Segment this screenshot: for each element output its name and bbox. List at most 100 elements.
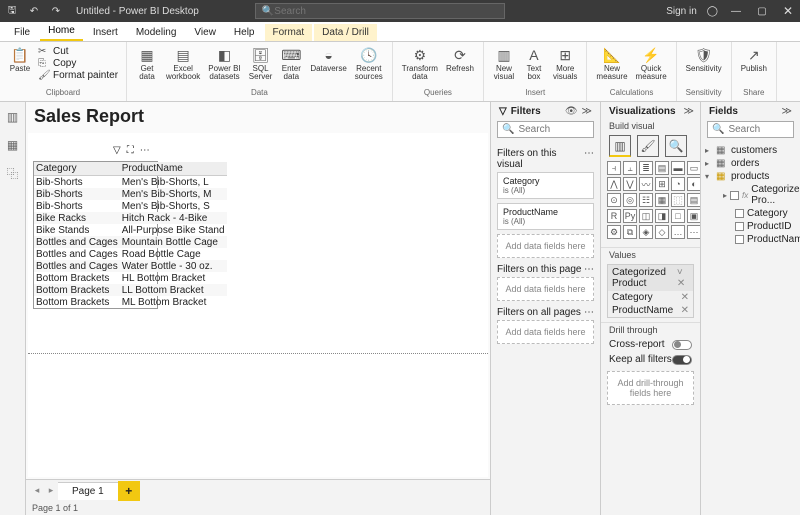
visual-type-button[interactable]: ⫞ xyxy=(607,161,621,175)
format-painter-button[interactable]: 🖌Format painter xyxy=(38,70,118,81)
sensitivity-button[interactable]: 🛡Sensitivity xyxy=(683,44,725,75)
field-checkbox[interactable] xyxy=(735,222,744,231)
fields-search[interactable]: 🔍 xyxy=(707,121,794,138)
analytics-mode-button[interactable]: 🔍 xyxy=(665,135,687,157)
excel-button[interactable]: ▤Excel workbook xyxy=(163,44,203,83)
model-view-button[interactable]: ⿻ xyxy=(4,164,22,182)
refresh-button[interactable]: ⟳Refresh xyxy=(443,44,477,75)
paste-button[interactable]: 📋Paste xyxy=(6,44,34,75)
field-productname[interactable]: ProductName xyxy=(705,233,796,246)
copy-button[interactable]: ⎘Copy xyxy=(38,58,118,69)
visual-type-button[interactable]: ◇ xyxy=(655,225,669,239)
pbi-datasets-button[interactable]: ◧Power BI datasets xyxy=(205,44,243,83)
report-canvas[interactable]: ▽ ⛶ ⋯ Category ProductName Bib-ShortsMen… xyxy=(28,133,488,477)
filter-drop-all[interactable]: Add data fields here xyxy=(497,320,594,344)
tab-help[interactable]: Help xyxy=(226,24,263,41)
sign-in-link[interactable]: Sign in xyxy=(666,6,697,17)
visual-type-button[interactable]: 〰 xyxy=(639,177,653,191)
table-row[interactable]: Bib-ShortsMen's Bib-Shorts, S xyxy=(34,200,227,212)
tab-file[interactable]: File xyxy=(6,24,38,41)
visual-type-button[interactable]: ◐ xyxy=(687,177,701,191)
keep-filters-toggle[interactable] xyxy=(672,355,692,365)
more-icon[interactable]: ⋯ xyxy=(584,307,594,318)
table-row[interactable]: Bib-ShortsMen's Bib-Shorts, L xyxy=(34,176,227,189)
sql-server-button[interactable]: 🗄SQL Server xyxy=(246,44,276,83)
table-row[interactable]: Bib-ShortsMen's Bib-Shorts, M xyxy=(34,188,227,200)
filters-search-input[interactable] xyxy=(518,124,589,135)
visual-type-button[interactable]: ▬ xyxy=(671,161,685,175)
table-header-category[interactable]: Category xyxy=(34,162,120,176)
field-productid[interactable]: ProductID xyxy=(705,220,796,233)
filter-card-category[interactable]: Categoryis (All) xyxy=(497,172,594,199)
quick-measure-button[interactable]: ⚡Quick measure xyxy=(633,44,670,83)
global-search[interactable]: 🔍 xyxy=(255,3,505,19)
text-box-button[interactable]: AText box xyxy=(520,44,548,83)
field-checkbox[interactable] xyxy=(735,209,744,218)
visual-type-button[interactable]: R xyxy=(607,209,621,223)
dataverse-button[interactable]: ◒Dataverse xyxy=(307,44,349,75)
visual-type-button[interactable]: ◫ xyxy=(639,209,653,223)
new-visual-button[interactable]: ▥New visual xyxy=(490,44,518,83)
new-measure-button[interactable]: 📐New measure xyxy=(593,44,630,83)
table-row[interactable]: Bottles and CagesWater Bottle - 30 oz. xyxy=(34,260,227,272)
tab-view[interactable]: View xyxy=(186,24,224,41)
visual-type-button[interactable]: ▭ xyxy=(687,161,701,175)
more-options-icon[interactable]: ⋯ xyxy=(140,145,150,156)
visual-type-button[interactable]: ⋁ xyxy=(623,177,637,191)
global-search-input[interactable] xyxy=(274,6,498,17)
drill-drop[interactable]: Add drill-through fields here xyxy=(607,371,694,405)
tab-home[interactable]: Home xyxy=(40,22,83,41)
table-header-productname[interactable]: ProductName xyxy=(120,162,227,176)
visual-type-button[interactable]: ▤ xyxy=(655,161,669,175)
publish-button[interactable]: ↗Publish xyxy=(738,44,770,75)
filters-collapse-icon[interactable]: ≫ xyxy=(582,106,592,117)
visual-type-button[interactable]: Py xyxy=(623,209,637,223)
filters-search[interactable]: 🔍 xyxy=(497,121,594,138)
visual-type-button[interactable]: ◔ xyxy=(671,177,685,191)
add-page-button[interactable]: + xyxy=(118,481,140,501)
filter-drop-page[interactable]: Add data fields here xyxy=(497,277,594,301)
table-row[interactable]: Bike RacksHitch Rack - 4-Bike xyxy=(34,212,227,224)
filter-icon[interactable]: ▽ xyxy=(113,145,121,156)
focus-mode-icon[interactable]: ⛶ xyxy=(127,145,134,156)
page-next-button[interactable]: ▸ xyxy=(44,485,58,496)
visual-type-button[interactable]: ⊞ xyxy=(655,177,669,191)
more-visuals-button[interactable]: ⊞More visuals xyxy=(550,44,580,83)
visual-type-button[interactable]: … xyxy=(671,225,685,239)
tab-insert[interactable]: Insert xyxy=(85,24,126,41)
visual-type-button[interactable]: ◨ xyxy=(655,209,669,223)
user-avatar-icon[interactable]: ◯ xyxy=(707,6,718,17)
visual-type-button[interactable]: ⋀ xyxy=(607,177,621,191)
values-well[interactable]: Categorized Product˅ ✕ Category✕ Product… xyxy=(607,264,694,318)
page-tab-1[interactable]: Page 1 xyxy=(58,482,118,500)
visual-type-button[interactable]: □ xyxy=(671,209,685,223)
remove-field-button[interactable]: ✕ xyxy=(681,305,689,316)
close-button[interactable]: ✕ xyxy=(780,3,796,19)
data-view-button[interactable]: ▦ xyxy=(4,136,22,154)
table-row[interactable]: Bottom BracketsML Bottom Bracket xyxy=(34,296,227,308)
table-node-products[interactable]: ▾▦products xyxy=(705,170,796,183)
remove-field-button[interactable]: ✕ xyxy=(681,292,689,303)
minimize-button[interactable]: — xyxy=(728,3,744,19)
field-checkbox[interactable] xyxy=(735,235,744,244)
field-category[interactable]: Category xyxy=(705,207,796,220)
maximize-button[interactable]: ▢ xyxy=(754,3,770,19)
viz-collapse-icon[interactable]: ≫ xyxy=(684,106,694,117)
visual-type-button[interactable]: ⫠ xyxy=(623,161,637,175)
cross-report-toggle[interactable] xyxy=(672,340,692,350)
table-visual[interactable]: Category ProductName Bib-ShortsMen's Bib… xyxy=(33,161,158,309)
save-icon[interactable]: 🖫 xyxy=(4,3,20,19)
report-view-button[interactable]: ▥ xyxy=(4,108,22,126)
format-mode-button[interactable]: 🖌 xyxy=(637,135,659,157)
field-checkbox[interactable] xyxy=(730,191,739,200)
transform-data-button[interactable]: ⚙Transform data xyxy=(399,44,441,83)
cut-button[interactable]: ✂Cut xyxy=(38,46,118,57)
redo-icon[interactable]: ↷ xyxy=(48,3,64,19)
visual-type-button[interactable]: ⋯ xyxy=(687,225,701,239)
visual-type-button[interactable]: ⊙ xyxy=(607,193,621,207)
visual-type-button[interactable]: ▦ xyxy=(655,193,669,207)
visual-type-button[interactable]: ▤ xyxy=(687,193,701,207)
visual-type-button[interactable]: ⿲ xyxy=(671,193,685,207)
visual-type-button[interactable]: ⚙ xyxy=(607,225,621,239)
visual-type-button[interactable]: ☷ xyxy=(639,193,653,207)
